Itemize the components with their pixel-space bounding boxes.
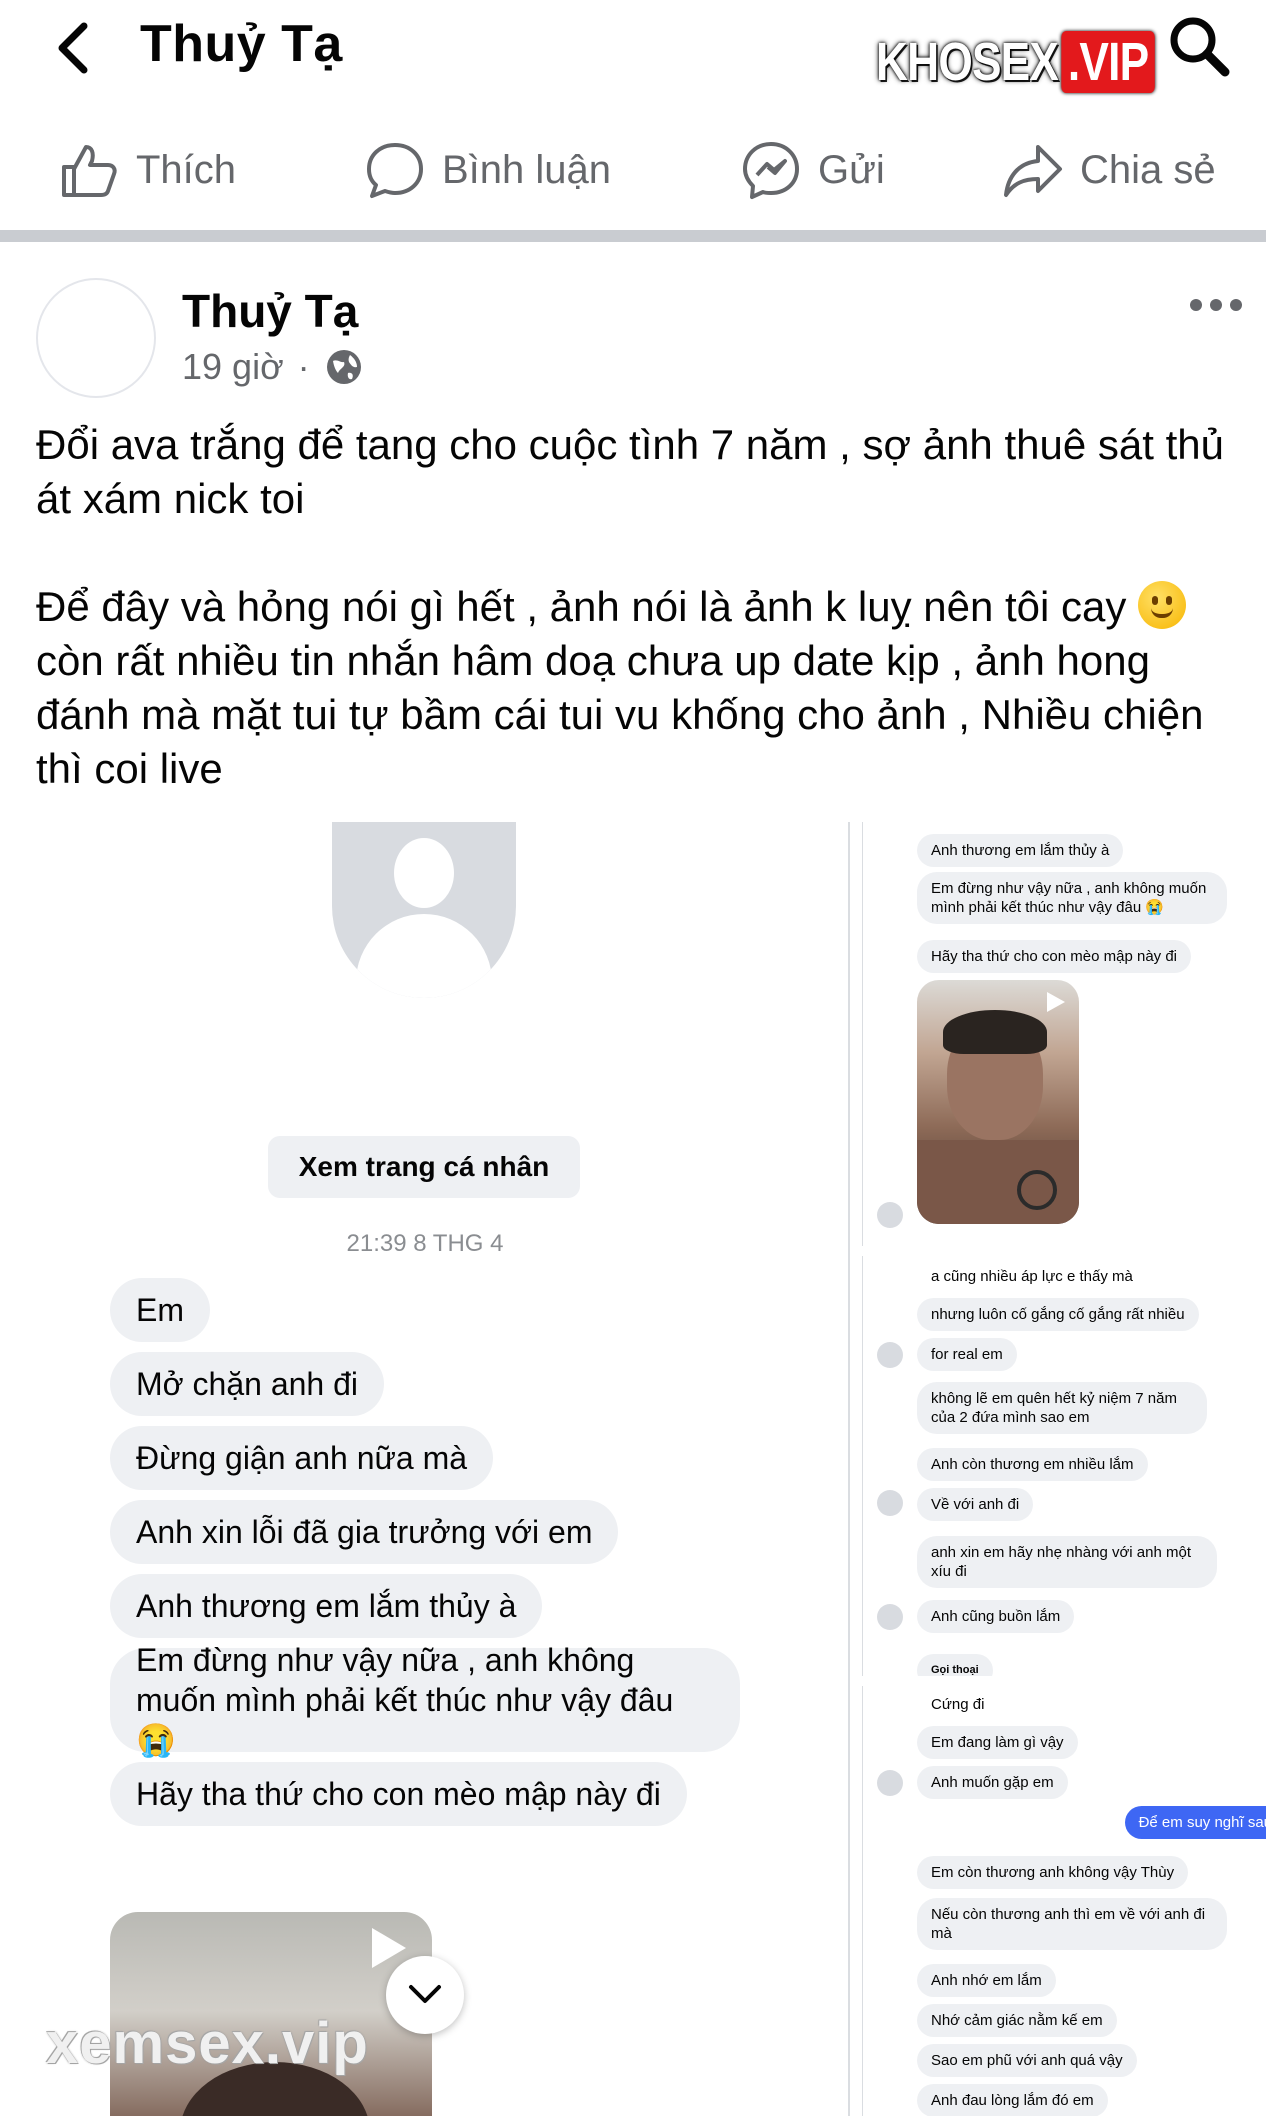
author-name[interactable]: Thuỷ Tạ xyxy=(182,284,358,338)
video-message-thumbnail xyxy=(917,980,1079,1224)
call-bubble: Gọi thoại xyxy=(917,1654,993,1676)
post-body: Đổi ava trắng để tang cho cuộc tình 7 nă… xyxy=(36,418,1246,796)
send-button[interactable]: Gửi xyxy=(740,110,885,230)
share-button[interactable]: Chia sẻ xyxy=(1002,110,1216,230)
post-photo-3[interactable]: a cũng nhiều áp lực e thấy mà nhưng luôn… xyxy=(862,1256,1266,1676)
post-photo-4[interactable]: Cứng đi Em đang làm gì vậy Anh muốn gặp … xyxy=(862,1686,1266,2116)
message-bubble: Nếu còn thương anh thì em về với anh đi … xyxy=(917,1898,1227,1950)
message-bubble: Em đang làm gì vậy xyxy=(917,1726,1078,1759)
message-bubble: Nhớ cảm giác nằm kế em xyxy=(917,2004,1117,2037)
back-button[interactable] xyxy=(50,18,100,78)
view-profile-button: Xem trang cá nhân xyxy=(268,1136,580,1198)
smiley-emoji-icon xyxy=(1138,581,1187,629)
like-button[interactable]: Thích xyxy=(58,110,236,230)
more-options-button[interactable] xyxy=(1190,290,1246,320)
section-divider xyxy=(0,230,1266,242)
message-bubble: nhưng luôn cố gắng cố gắng rất nhiều xyxy=(917,1298,1199,1331)
post-paragraph-1: Đổi ava trắng để tang cho cuộc tình 7 nă… xyxy=(36,421,1224,522)
message-bubble: Mở chặn anh đi xyxy=(110,1352,384,1416)
chat-timestamp: 21:39 8 THG 4 xyxy=(346,1230,504,1257)
sender-avatar xyxy=(877,1604,903,1630)
play-icon xyxy=(372,1928,406,1968)
message-bubble: a cũng nhiều áp lực e thấy mà xyxy=(931,1268,1133,1285)
message-bubble: for real em xyxy=(917,1338,1017,1371)
post-photo-2[interactable]: Anh thương em lắm thủy à Em đừng như vậy… xyxy=(862,822,1266,1246)
message-bubble: Anh cũng buồn lắm xyxy=(917,1600,1075,1633)
message-bubble: Đừng giận anh nữa mà xyxy=(110,1426,494,1490)
message-bubble: Cứng đi xyxy=(931,1696,985,1713)
action-bar: Thích Bình luận Gửi Chia sẻ xyxy=(0,110,1266,230)
message-bubble: Anh thương em lắm thủy à xyxy=(110,1574,543,1638)
top-bar: Thuỷ Tạ KHOSEX .VIP xyxy=(0,0,1266,110)
dot-icon xyxy=(1230,299,1242,311)
dot-icon xyxy=(1210,299,1222,311)
message-bubble: Về với anh đi xyxy=(917,1488,1034,1521)
post-meta: 19 giờ · xyxy=(182,346,364,388)
search-button[interactable] xyxy=(1165,12,1235,82)
messenger-icon xyxy=(743,142,799,199)
message-bubble: Hãy tha thứ cho con mèo mập này đi xyxy=(110,1762,687,1826)
message-bubble: Em đừng như vậy nữa , anh không muốn mìn… xyxy=(917,872,1227,924)
message-bubble: Anh xin lỗi đã gia trưởng với em xyxy=(110,1500,619,1564)
comment-button[interactable]: Bình luận xyxy=(364,110,611,230)
search-icon xyxy=(1170,17,1230,77)
comment-icon xyxy=(367,143,423,198)
message-bubble: Em còn thương anh không vậy Thùy xyxy=(917,1856,1189,1889)
watermark-logo: KHOSEX .VIP xyxy=(876,26,1155,98)
sender-avatar xyxy=(877,1342,903,1368)
message-bubble: anh xin em hãy nhẹ nhàng với anh một xíu… xyxy=(917,1536,1217,1588)
globe-icon xyxy=(326,350,361,384)
message-bubble: không lẽ em quên hết kỷ niệm 7 năm của 2… xyxy=(917,1382,1207,1434)
chevron-left-icon xyxy=(58,22,88,74)
sender-avatar xyxy=(877,1202,903,1228)
post-paragraph-2: Để đây và hỏng nói gì hết , ảnh nói là ả… xyxy=(36,581,1204,792)
outgoing-message-bubble: Để em suy nghĩ sau xyxy=(1124,1806,1266,1839)
sender-avatar xyxy=(877,1490,903,1516)
post-photo-main[interactable]: Xem trang cá nhân 21:39 8 THG 4 Em Mở ch… xyxy=(0,822,850,2116)
share-icon xyxy=(1004,145,1062,197)
watermark-text: xemsex.vip xyxy=(46,2011,369,2076)
sender-avatar xyxy=(877,1770,903,1796)
default-profile-picture xyxy=(332,822,516,998)
message-bubble: Anh thương em lắm thủy à xyxy=(917,834,1124,867)
page-title: Thuỷ Tạ xyxy=(140,15,343,73)
message-bubble: Anh còn thương em nhiều lắm xyxy=(917,1448,1148,1481)
message-bubble: Sao em phũ với anh quá vậy xyxy=(917,2044,1137,2077)
message-bubble: Anh nhớ em lắm xyxy=(917,1964,1056,1997)
dot-icon xyxy=(1190,299,1202,311)
message-bubble: Anh muốn gặp em xyxy=(917,1766,1068,1799)
message-bubble: Em xyxy=(110,1278,210,1342)
message-bubble: Anh đau lòng lắm đó em xyxy=(917,2084,1108,2116)
message-bubble: Hãy tha thứ cho con mèo mập này đi xyxy=(917,940,1192,973)
message-bubble: Em đừng như vậy nữa , anh không muốn mìn… xyxy=(110,1642,740,1758)
like-icon xyxy=(62,145,117,197)
scroll-down-button xyxy=(386,1956,464,2034)
author-avatar[interactable] xyxy=(36,278,156,398)
post-time[interactable]: 19 giờ xyxy=(182,346,284,388)
chevron-down-icon xyxy=(409,1985,441,2003)
play-icon xyxy=(1047,992,1065,1012)
meta-separator: · xyxy=(297,346,310,387)
